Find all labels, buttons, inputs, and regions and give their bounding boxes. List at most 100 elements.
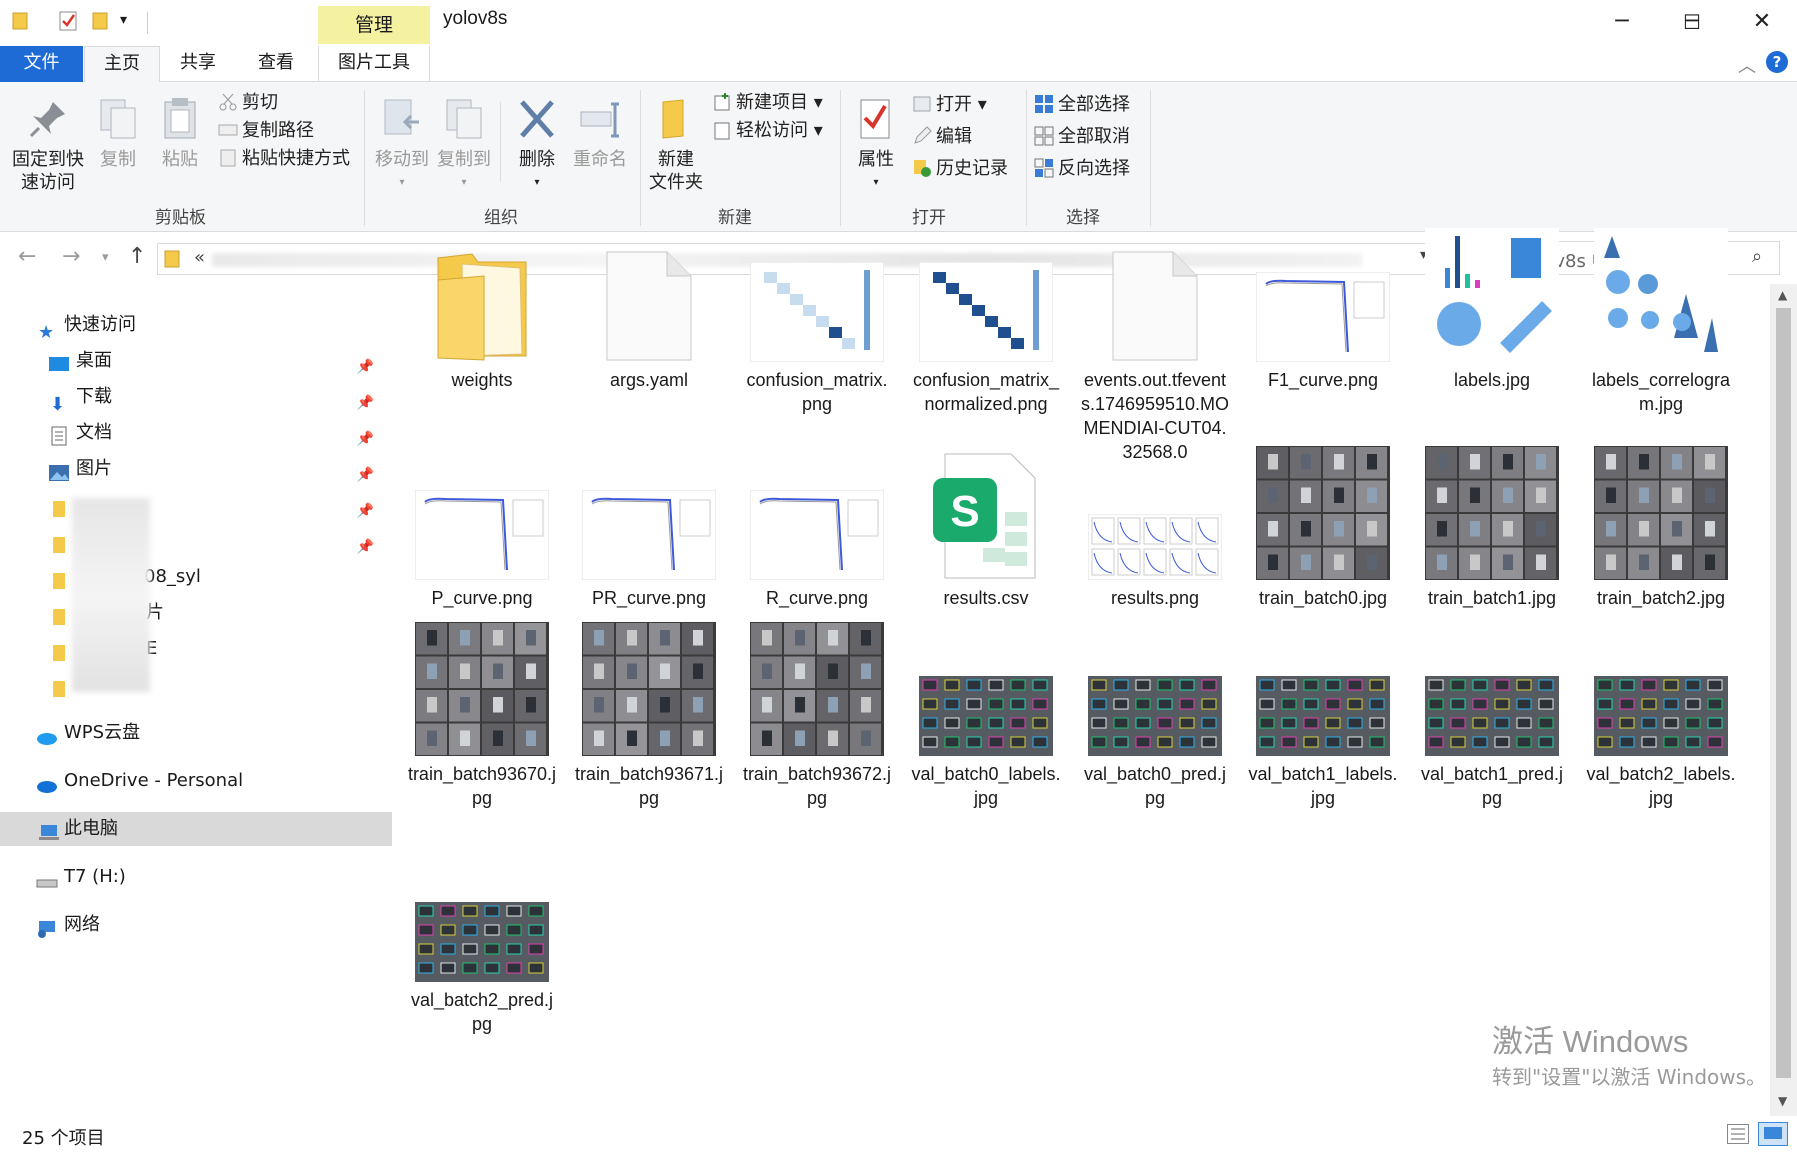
nav-desktop[interactable]: 桌面 📌 [0,344,392,378]
invert-selection-button[interactable]: 反向选择 [1034,156,1130,182]
tab-share[interactable]: 共享 [164,46,232,82]
file-item[interactable]: val_batch2_pred.jpg [407,882,557,1102]
nav-folder-4[interactable]: 片 [0,596,392,630]
navigation-pane: ★ 快速访问 桌面 📌 ⬇ 下载 📌 文档 📌 图片 📌 📌 📌 08_syl … [0,284,395,1116]
nav-label: WPS云盘 [64,722,141,743]
help-icon[interactable]: ? [1766,51,1788,73]
nav-folder-1[interactable]: 📌 [0,488,392,522]
open-button[interactable]: 打开 ▾ [912,92,987,118]
ribbon-separator [1026,90,1027,226]
nav-t7-drive[interactable]: T7 (H:) [0,860,392,894]
file-item[interactable]: val_batch0_pred.jpg [1080,656,1230,876]
nav-onedrive[interactable]: OneDrive - Personal [0,764,392,798]
edit-button[interactable]: 编辑 [912,124,972,150]
nav-folder-3[interactable]: 08_syl [0,560,392,594]
copy-path-button[interactable]: 复制路径 [218,118,314,144]
rename-button[interactable]: 重命名 [570,96,630,171]
nav-label: 网络 [64,914,100,935]
details-view-icon[interactable] [1727,1124,1749,1144]
large-icons-view-icon[interactable] [1758,1122,1788,1146]
paste-shortcut-button[interactable]: 粘贴快捷方式 [218,146,350,172]
file-item[interactable]: train_batch93672.jpg [742,622,892,876]
tab-home[interactable]: 主页 [84,46,160,83]
copy-to-button[interactable]: 复制到 ▾ [434,96,494,194]
tab-picture-tools[interactable]: 图片工具 [318,46,430,82]
file-item[interactable]: confusion_matrix_normalized.png [911,261,1061,482]
minimize-button-real[interactable]: ─ [1587,0,1657,46]
pin-label: 固定到快速访问 [12,149,84,193]
file-name: train_batch0.jpg [1258,588,1388,608]
nav-this-pc[interactable]: 此电脑 [0,812,392,846]
vertical-scrollbar[interactable]: ▲ ▼ [1770,284,1797,1116]
file-name: labels.jpg [1453,370,1531,390]
thumbnail [1256,446,1390,584]
nav-documents[interactable]: 文档 📌 [0,416,392,450]
up-arrow-icon[interactable]: ↑ [128,244,146,269]
tab-view[interactable]: 查看 [242,46,310,82]
scroll-up-icon[interactable]: ▲ [1778,288,1787,302]
thumbnail [1425,228,1559,366]
customize-quick-access-icon[interactable]: ▾ [120,12,127,28]
invert-selection-label: 反向选择 [1058,158,1130,179]
pin-icon: 📌 [356,359,374,375]
new-folder-icon [653,96,699,142]
tab-file[interactable]: 文件 [0,46,83,82]
nav-wps-cloud[interactable]: WPS云盘 [0,716,392,750]
new-folder-button[interactable]: 新建 文件夹 [646,96,706,194]
ribbon-separator [500,102,501,182]
scrollbar-thumb[interactable] [1776,308,1791,1078]
nav-folder-2[interactable]: 📌 [0,524,392,558]
file-item[interactable]: weights [407,253,557,482]
file-item[interactable]: train_batch93671.jpg [574,622,724,876]
ribbon-separator [1150,90,1151,226]
cut-button[interactable]: 剪切 [218,90,278,116]
file-item[interactable]: train_batch93670.jpg [407,622,557,876]
maximize-button[interactable]: ☐ [1657,0,1727,46]
file-item[interactable]: val_batch0_labels.jpg [911,656,1061,876]
nav-downloads[interactable]: ⬇ 下载 📌 [0,380,392,415]
file-item[interactable]: confusion_matrix.png [742,261,892,482]
file-item[interactable]: val_batch1_labels.jpg [1248,656,1398,876]
properties-quick-icon[interactable] [58,10,78,37]
file-item[interactable]: val_batch2_labels.jpg [1586,656,1736,876]
close-button[interactable]: ✕ [1727,0,1797,46]
new-item-button[interactable]: 新建项目 ▾ [712,90,823,116]
forward-arrow-icon[interactable]: → [62,244,80,269]
pin-quick-access-button[interactable]: 固定到快速访问 [8,96,88,194]
context-tab-manage[interactable]: 管理 [318,6,430,44]
nav-folder-6[interactable] [0,668,392,702]
properties-button[interactable]: 属性 ▾ [846,96,906,194]
file-item[interactable]: events.out.tfevents.1746959510.MOMENDIAI… [1080,251,1230,482]
ribbon-separator [640,90,641,226]
copy-button[interactable]: 复制 [94,96,142,171]
computer-icon [38,820,59,840]
easy-access-button[interactable]: 轻松访问 ▾ [712,118,823,144]
scroll-down-icon[interactable]: ▼ [1778,1094,1787,1108]
nav-folder-5[interactable]: E [0,632,392,666]
back-arrow-icon[interactable]: ← [18,244,36,269]
nav-pictures[interactable]: 图片 📌 [0,452,392,486]
watermark-subtitle: 转到"设置"以激活 Windows。 [1492,1065,1767,1089]
select-none-button[interactable]: 全部取消 [1034,124,1130,150]
ribbon-tab-bar: 文件 主页 共享 查看 图片工具 ︿ ? [0,46,1797,83]
collapse-ribbon-icon[interactable]: ︿ [1738,52,1756,78]
new-item-label: 新建项目 [736,92,808,113]
move-to-button[interactable]: 移动到 ▾ [372,96,432,194]
nav-network[interactable]: 网络 [0,908,392,942]
onedrive-cloud-icon [36,772,57,793]
file-name: labels_correlogram.jpg [1591,370,1731,414]
file-item[interactable]: val_batch1_pred.jpg [1417,656,1567,876]
nav-label: 下载 [76,386,112,407]
history-button[interactable]: 历史记录 [912,156,1008,182]
file-name: train_batch93671.jpg [574,764,724,808]
paste-button[interactable]: 粘贴 [156,96,204,171]
new-folder-quick-icon[interactable] [92,10,110,35]
recent-locations-chevron-icon[interactable]: ▾ [102,250,109,265]
file-item[interactable]: args.yaml [574,251,724,482]
copy-to-icon [441,96,487,142]
select-all-button[interactable]: 全部选择 [1034,92,1130,118]
desktop-icon [48,352,69,371]
delete-button[interactable]: 删除 ▾ [510,96,564,194]
nav-quick-access[interactable]: ★ 快速访问 [0,308,392,343]
breadcrumb-overflow[interactable]: « [194,247,205,268]
